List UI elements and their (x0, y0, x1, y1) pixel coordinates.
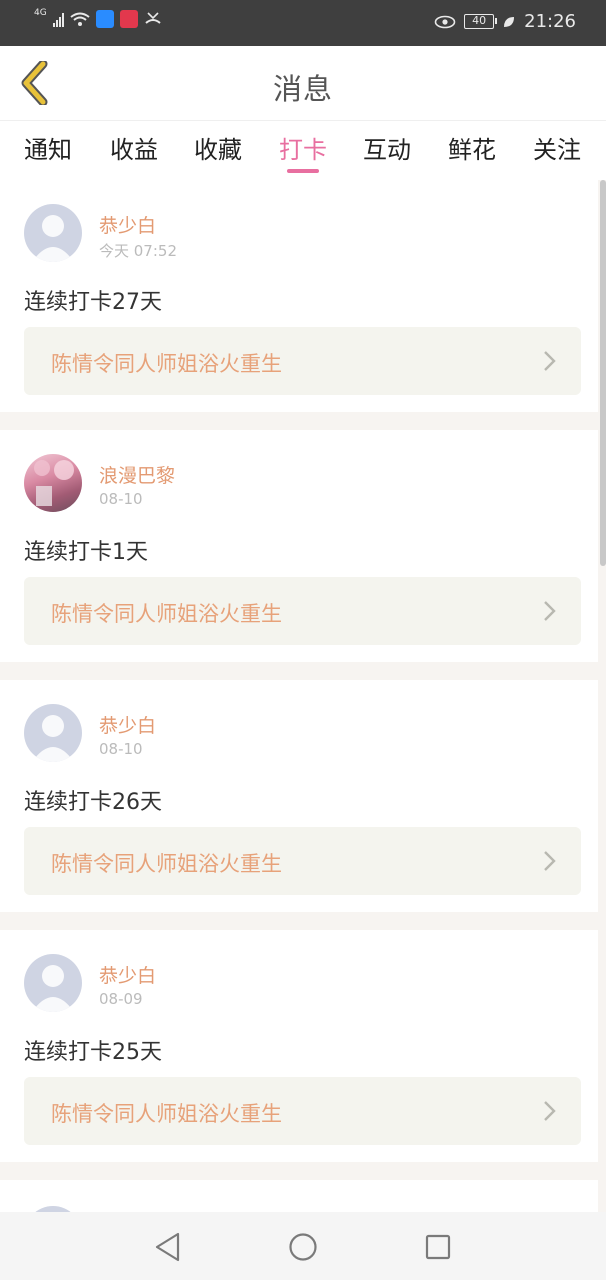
nav-home-button[interactable] (286, 1230, 320, 1264)
post-time: 08-09 (99, 990, 143, 1008)
battery-icon: 40 (464, 14, 498, 29)
app-notification-icon (119, 10, 138, 28)
missed-call-icon (145, 12, 161, 24)
status-bar: 4G 40 21:26 (0, 0, 606, 46)
story-link-title: 陈情令同人师姐浴火重生 (51, 352, 282, 376)
default-avatar-icon (32, 715, 74, 762)
app-notification-icon (95, 10, 114, 28)
scrollbar[interactable] (600, 180, 606, 566)
square-recents-icon (425, 1234, 451, 1260)
tab-interactions[interactable]: 互动 (347, 130, 427, 165)
tab-notifications[interactable]: 通知 (8, 130, 88, 165)
user-name[interactable]: 恭少白 (99, 961, 156, 988)
tab-favorites[interactable]: 收藏 (178, 130, 258, 165)
avatar[interactable] (24, 704, 82, 762)
wifi-icon (70, 12, 90, 26)
post-time: 08-10 (99, 490, 143, 508)
navigation-bar (0, 1212, 606, 1280)
list-item: 恭少白 08-09 连续打卡25天 陈情令同人师姐浴火重生 (0, 930, 598, 1162)
story-link[interactable]: 陈情令同人师姐浴火重生 (24, 827, 581, 895)
status-left: 4G (34, 7, 162, 28)
chevron-right-icon (544, 851, 556, 871)
user-name[interactable]: 恭少白 (99, 711, 156, 738)
chevron-right-icon (544, 601, 556, 621)
avatar[interactable] (24, 954, 82, 1012)
signal-icon (52, 11, 64, 27)
list-item: 浪漫巴黎 08-10 连续打卡1天 陈情令同人师姐浴火重生 (0, 430, 598, 662)
list-item: 恭少白 08-10 连续打卡26天 陈情令同人师姐浴火重生 (0, 680, 598, 912)
avatar[interactable] (24, 454, 82, 512)
tab-bar: 通知 收益 收藏 打卡 互动 鲜花 关注 (0, 120, 606, 180)
user-name[interactable]: 恭少白 (99, 211, 156, 238)
list-item: 恭少白 今天 07:52 连续打卡27天 陈情令同人师姐浴火重生 (0, 180, 598, 412)
header: 消息 (0, 46, 606, 120)
nav-back-button[interactable] (151, 1230, 185, 1264)
triangle-back-icon (155, 1232, 180, 1262)
chevron-right-icon (544, 1101, 556, 1121)
user-name[interactable]: 浪漫巴黎 (99, 461, 175, 488)
avatar[interactable] (24, 204, 82, 262)
page-title: 消息 (272, 72, 333, 106)
story-link[interactable]: 陈情令同人师姐浴火重生 (24, 327, 581, 395)
default-avatar-icon (32, 215, 74, 262)
tab-flowers[interactable]: 鲜花 (432, 130, 512, 165)
eye-icon (434, 15, 456, 28)
photo-avatar-icon (34, 460, 74, 506)
active-tab-indicator (287, 169, 319, 173)
tab-following[interactable]: 关注 (517, 130, 597, 165)
story-link[interactable]: 陈情令同人师姐浴火重生 (24, 1077, 581, 1145)
nav-recents-button[interactable] (421, 1230, 455, 1264)
post-time: 今天 07:52 (99, 242, 177, 260)
story-link-title: 陈情令同人师姐浴火重生 (51, 602, 282, 626)
clock: 21:26 (524, 11, 576, 32)
checkin-text: 连续打卡25天 (24, 1040, 162, 1065)
story-link-title: 陈情令同人师姐浴火重生 (51, 852, 282, 876)
leaf-icon (504, 16, 515, 27)
network-type: 4G (34, 7, 47, 18)
tab-checkin[interactable]: 打卡 (263, 130, 343, 165)
checkin-text: 连续打卡1天 (24, 540, 148, 565)
post-time: 08-10 (99, 740, 143, 758)
story-link-title: 陈情令同人师姐浴火重生 (51, 1102, 282, 1126)
tab-earnings[interactable]: 收益 (94, 130, 174, 165)
checkin-text: 连续打卡27天 (24, 290, 162, 315)
circle-home-icon (289, 1233, 317, 1261)
default-avatar-icon (32, 965, 74, 1012)
checkin-text: 连续打卡26天 (24, 790, 162, 815)
status-right: 40 21:26 (434, 11, 576, 32)
chevron-right-icon (544, 351, 556, 371)
story-link[interactable]: 陈情令同人师姐浴火重生 (24, 577, 581, 645)
